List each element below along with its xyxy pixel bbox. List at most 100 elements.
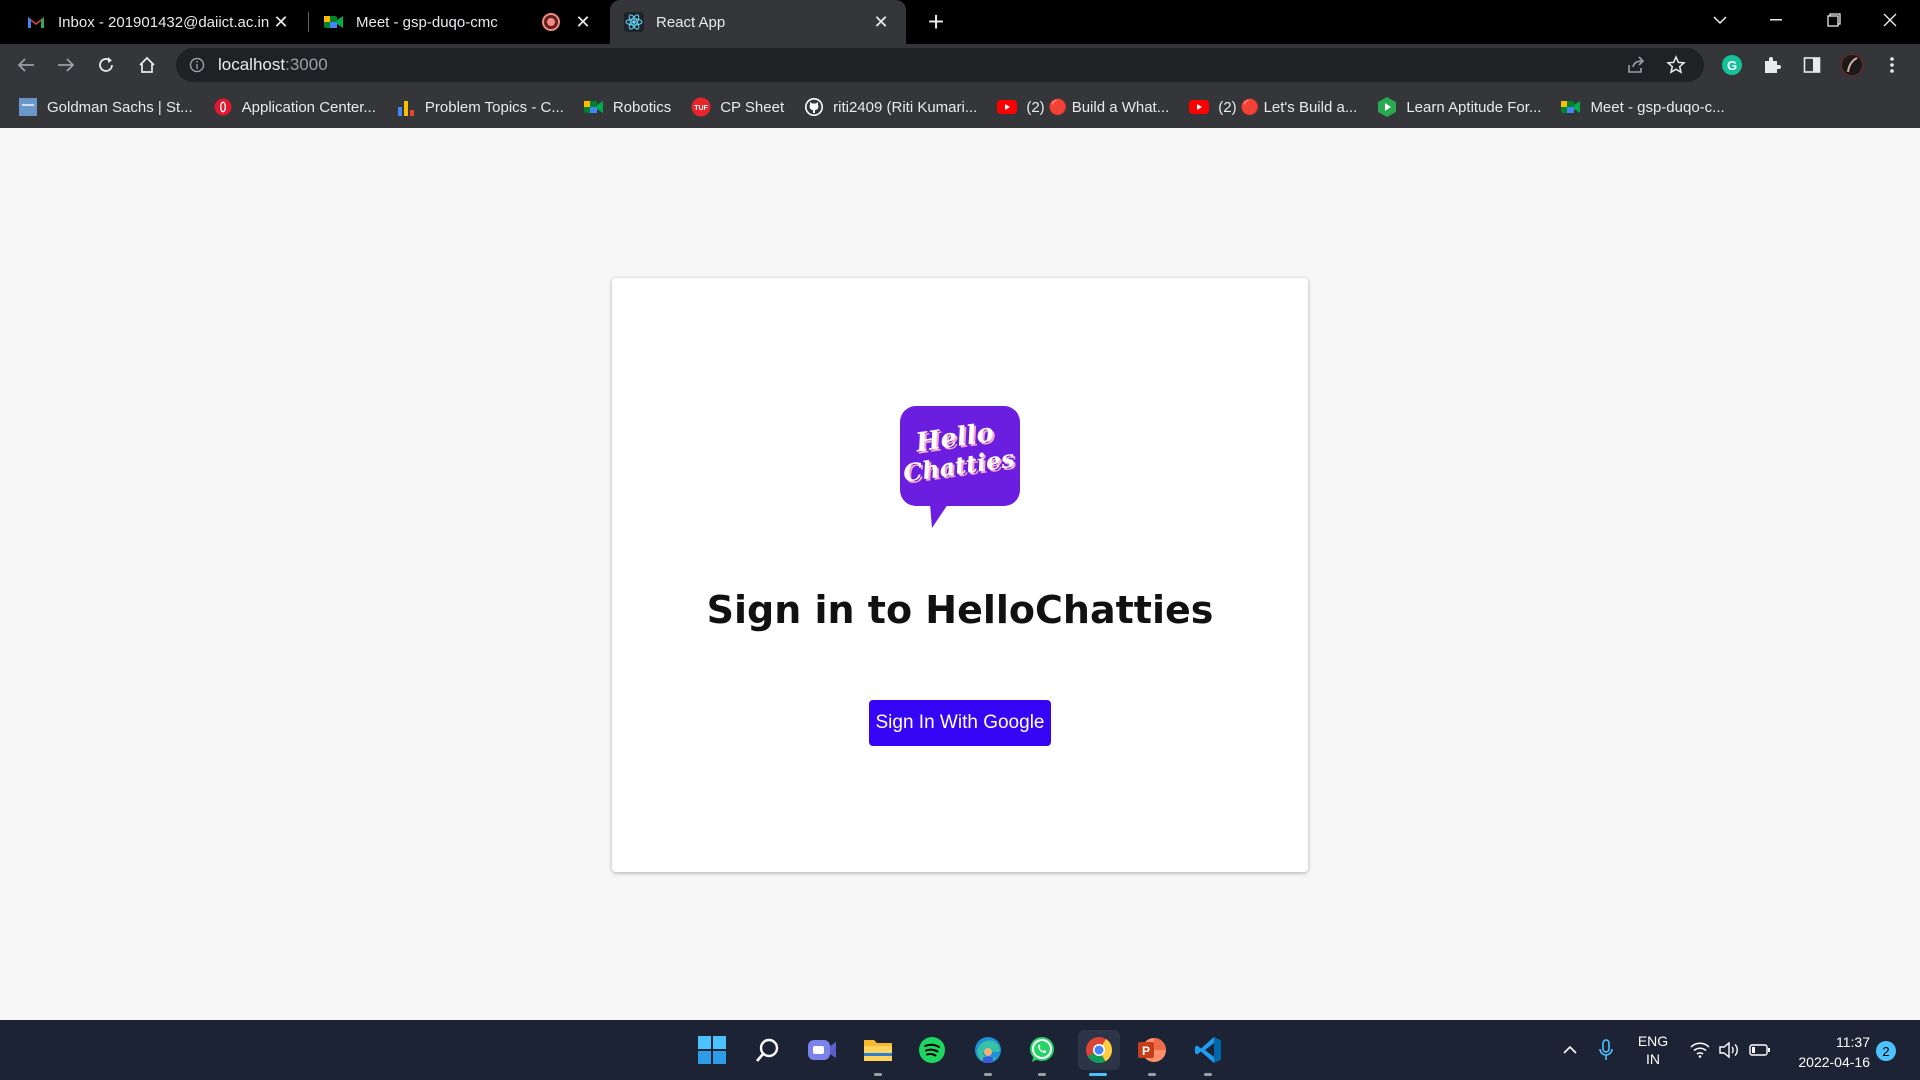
search-icon[interactable] (748, 1030, 788, 1070)
teams-chat-icon[interactable] (802, 1030, 842, 1070)
bookmark-problem-topics[interactable]: Problem Topics - C... (396, 97, 564, 117)
language-line1: ENG (1637, 1033, 1669, 1049)
bookmark-label: Meet - gsp-duqo-c... (1590, 98, 1725, 116)
running-indicator (1204, 1073, 1212, 1076)
github-icon (804, 97, 824, 117)
sign-in-with-google-button[interactable]: Sign In With Google (869, 700, 1051, 746)
google-meet-icon (324, 12, 344, 32)
new-tab-button[interactable]: + (920, 6, 952, 38)
vscode-icon[interactable] (1188, 1030, 1228, 1076)
back-button[interactable] (12, 51, 40, 79)
bookmark-label: Goldman Sachs | St... (47, 98, 193, 116)
gmail-icon (26, 12, 46, 32)
bookmark-label: riti2409 (Riti Kumari... (833, 98, 978, 116)
running-indicator (1148, 1073, 1156, 1076)
tab-strip: Inbox - 201901432@daiict.ac.in - ✕ Meet … (0, 0, 1920, 44)
google-meet-icon (1561, 97, 1581, 117)
recording-icon (544, 15, 558, 29)
notification-badge[interactable]: 2 (1876, 1041, 1896, 1061)
svg-text:G: G (1727, 58, 1737, 73)
bookmark-label: CP Sheet (720, 98, 785, 116)
minimize-button[interactable] (1748, 0, 1804, 40)
hellochatties-logo: Hello Hello Chatties Chatties (900, 406, 1020, 528)
goldman-sachs-icon (18, 97, 38, 117)
svg-text:TUF: TUF (694, 105, 708, 112)
react-icon (624, 12, 644, 32)
page-title: Sign in to HelloChatties (706, 588, 1214, 632)
tab-meet[interactable]: Meet - gsp-duqo-cmc ✕ (310, 0, 608, 44)
whatsapp-icon[interactable] (1022, 1030, 1062, 1076)
bookmark-label: (2) 🔴 Let's Build a... (1218, 99, 1358, 116)
signin-card: Hello Hello Chatties Chatties Sign in to… (612, 278, 1308, 872)
tab-gmail[interactable]: Inbox - 201901432@daiict.ac.in - ✕ (0, 0, 306, 44)
windows-start-icon[interactable] (692, 1030, 732, 1070)
bookmark-label: Application Center... (241, 98, 376, 116)
tuf-icon: TUF (691, 97, 711, 117)
wifi-icon[interactable] (1686, 1020, 1714, 1080)
profile-avatar[interactable] (1838, 51, 1866, 79)
windows-taskbar: P ENG IN 11:37 2022-04-16 2 (0, 1020, 1920, 1080)
tab-react-app[interactable]: React App ✕ (610, 0, 906, 44)
powerpoint-icon[interactable]: P (1132, 1030, 1172, 1076)
bookmark-github-riti[interactable]: riti2409 (Riti Kumari... (804, 97, 977, 117)
google-meet-icon (583, 97, 604, 117)
url-host: localhost (218, 55, 286, 74)
show-hidden-icons-chevron-icon[interactable] (1556, 1020, 1584, 1080)
system-clock[interactable]: 11:37 2022-04-16 (1780, 1032, 1870, 1072)
running-indicator (1038, 1073, 1046, 1076)
chrome-menu-icon[interactable] (1878, 51, 1906, 79)
running-indicator (984, 1073, 992, 1076)
tab-title: React App (656, 13, 726, 31)
share-icon[interactable] (1626, 55, 1646, 80)
bookmark-learn-aptitude[interactable]: Learn Aptitude For... (1377, 97, 1541, 117)
home-button[interactable] (133, 51, 161, 79)
svg-text:P: P (1142, 1044, 1150, 1058)
extensions-icon[interactable] (1758, 51, 1786, 79)
url-text: localhost:3000 (218, 55, 328, 75)
bookmark-label: Robotics (612, 98, 672, 116)
edge-icon[interactable] (968, 1030, 1008, 1076)
bookmark-application-center[interactable]: Application Center... (213, 97, 376, 117)
youtube-icon (997, 97, 1018, 117)
restore-button[interactable] (1806, 0, 1862, 40)
bookmark-robotics[interactable]: Robotics (583, 97, 672, 117)
bookmark-label: Learn Aptitude For... (1406, 98, 1542, 116)
battery-icon[interactable] (1746, 1020, 1774, 1080)
bookmark-build-a-what[interactable]: (2) 🔴 Build a What... (997, 97, 1169, 117)
close-tab-icon[interactable]: ✕ (870, 11, 892, 33)
forward-button[interactable] (52, 51, 80, 79)
address-bar[interactable]: localhost:3000 (176, 48, 1704, 82)
tab-separator (308, 12, 309, 32)
microphone-icon[interactable] (1592, 1020, 1620, 1080)
bookmark-lets-build[interactable]: (2) 🔴 Let's Build a... (1189, 97, 1357, 117)
close-window-button[interactable] (1862, 0, 1918, 40)
volume-icon[interactable] (1716, 1020, 1744, 1080)
bookmark-label: (2) 🔴 Build a What... (1026, 99, 1170, 116)
bookmark-meet[interactable]: Meet - gsp-duqo-c... (1561, 97, 1725, 117)
close-tab-icon[interactable]: ✕ (270, 11, 292, 33)
bookmark-cp-sheet[interactable]: TUF CP Sheet (691, 97, 784, 117)
running-indicator (874, 1073, 882, 1076)
browser-toolbar: localhost:3000 G (0, 44, 1920, 86)
bookmark-star-icon[interactable] (1666, 55, 1686, 80)
page-viewport: Hello Hello Chatties Chatties Sign in to… (0, 128, 1920, 1020)
file-explorer-icon[interactable] (858, 1030, 898, 1076)
side-panel-icon[interactable] (1798, 51, 1826, 79)
close-tab-icon[interactable]: ✕ (572, 11, 594, 33)
bookmarks-bar: Goldman Sachs | St... Application Center… (0, 86, 1920, 128)
active-indicator (1089, 1073, 1107, 1076)
site-info-icon[interactable] (188, 56, 206, 74)
tab-search-icon[interactable] (1692, 0, 1748, 40)
clock-date: 2022-04-16 (1798, 1054, 1870, 1070)
green-play-icon (1377, 97, 1397, 117)
bookmark-goldman-sachs[interactable]: Goldman Sachs | St... (18, 97, 193, 117)
bar-chart-icon (396, 97, 416, 117)
spotify-icon[interactable] (912, 1030, 952, 1070)
chrome-icon[interactable] (1078, 1030, 1120, 1076)
grammarly-icon[interactable]: G (1718, 51, 1746, 79)
url-port: :3000 (285, 55, 328, 74)
language-line2: IN (1646, 1051, 1660, 1067)
clock-time: 11:37 (1836, 1034, 1870, 1050)
reload-button[interactable] (92, 51, 120, 79)
language-indicator[interactable]: ENG IN (1628, 1020, 1678, 1080)
